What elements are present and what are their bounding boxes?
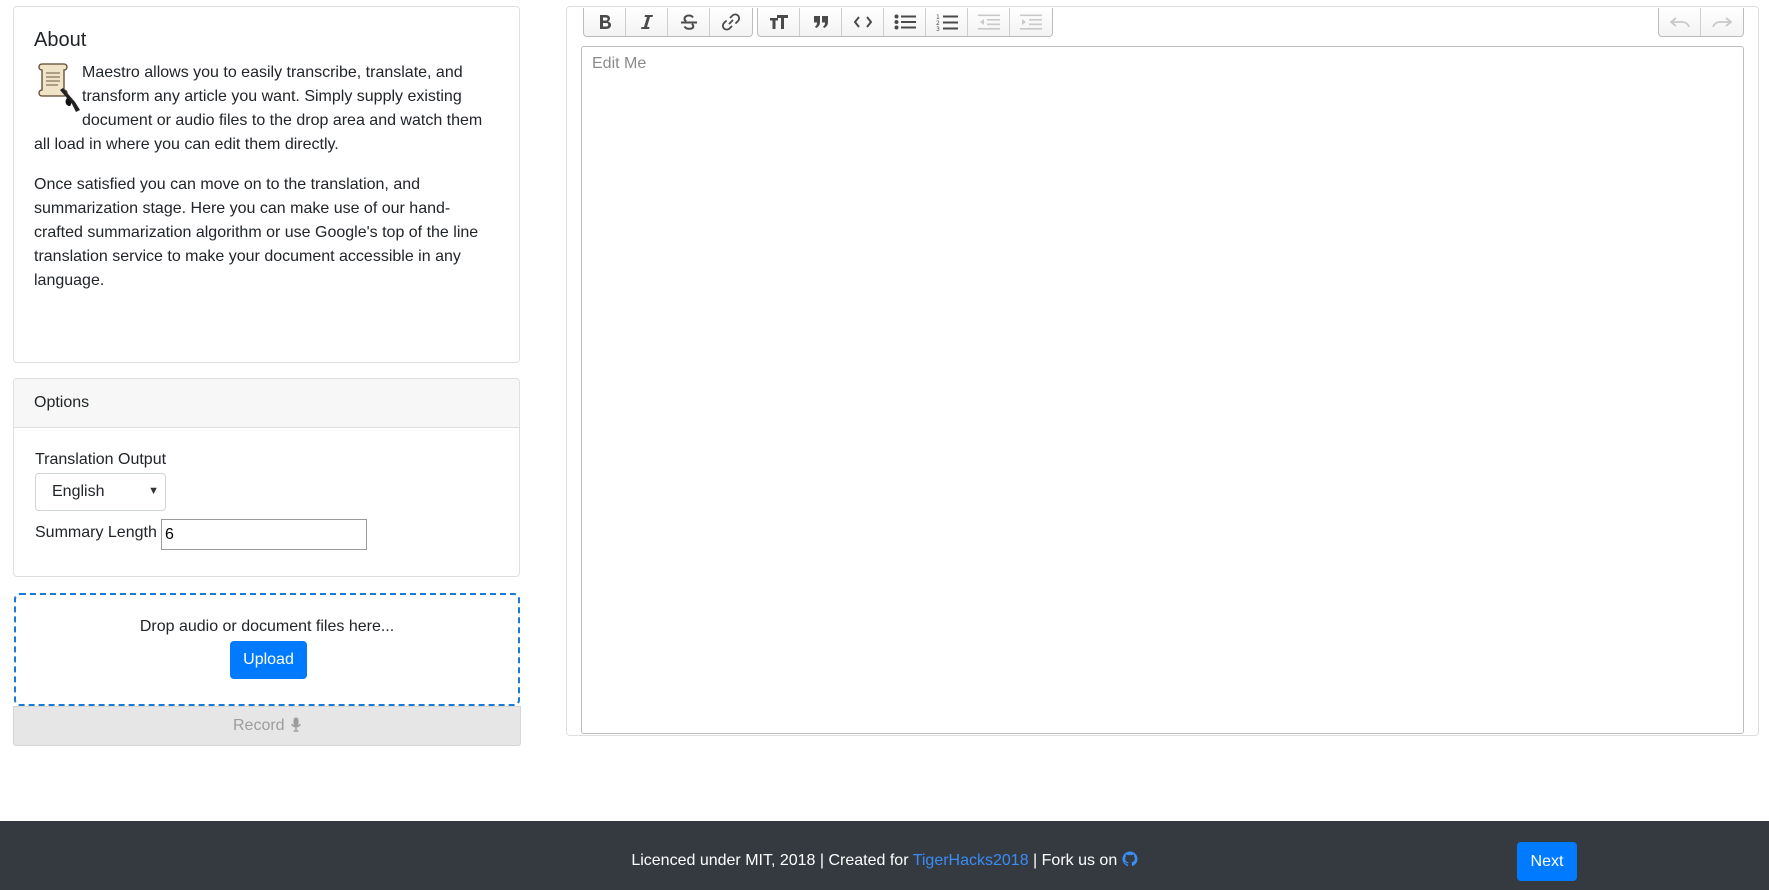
svg-text:3: 3 (936, 26, 940, 31)
about-paragraph-1-text: Maestro allows you to easily transcribe,… (34, 64, 483, 153)
code-icon[interactable] (842, 8, 884, 36)
translation-output-label: Translation Output (35, 451, 167, 468)
editor-panel: 123 Edit Me (566, 6, 1759, 736)
heading-icon[interactable] (758, 8, 800, 36)
footer-text: Licenced under MIT, 2018 | Created for T… (0, 851, 1769, 872)
translation-output-value: English (52, 483, 105, 500)
about-title: About (34, 29, 87, 51)
summary-length-label: Summary Length (35, 524, 157, 541)
options-header: Options (14, 379, 519, 428)
summary-length-input[interactable] (161, 519, 367, 550)
quote-icon[interactable] (800, 8, 842, 36)
options-card: Options Translation Output English ▼ Sum… (13, 378, 520, 577)
footer-licence-text: Licenced under MIT, 2018 | Created for (631, 852, 913, 869)
tigerhacks-link[interactable]: TigerHacks2018 (913, 852, 1029, 869)
editor-content-area[interactable]: Edit Me (581, 46, 1744, 734)
editor-placeholder: Edit Me (592, 55, 647, 72)
outdent-icon[interactable] (968, 8, 1010, 36)
about-card: About Maestro allows you to easily trans… (13, 6, 520, 363)
translation-output-select[interactable]: English ▼ (35, 473, 166, 511)
upload-button[interactable]: Upload (230, 641, 307, 679)
microphone-icon (291, 717, 301, 737)
numbered-list-icon[interactable]: 123 (926, 8, 968, 36)
bold-icon[interactable] (584, 8, 626, 36)
github-icon[interactable] (1122, 851, 1138, 872)
toolbar-text-tools (583, 8, 753, 37)
redo-icon[interactable] (1701, 8, 1743, 36)
drop-area-text: Drop audio or document files here... (139, 618, 395, 635)
undo-icon[interactable] (1659, 8, 1701, 36)
footer-fork-text: | Fork us on (1028, 852, 1122, 869)
record-button[interactable]: Record (13, 706, 521, 746)
scroll-quill-icon (34, 60, 82, 114)
footer: Licenced under MIT, 2018 | Created for T… (0, 821, 1769, 890)
about-paragraph-1: Maestro allows you to easily transcribe,… (34, 61, 499, 157)
link-icon[interactable] (710, 8, 752, 36)
chevron-down-icon: ▼ (148, 485, 159, 497)
italic-icon[interactable] (626, 8, 668, 36)
toolbar-block-tools: 123 (757, 8, 1053, 37)
file-drop-area[interactable]: Drop audio or document files here... Upl… (14, 593, 520, 706)
indent-icon[interactable] (1010, 8, 1052, 36)
about-paragraph-2: Once satisfied you can move on to the tr… (34, 176, 479, 289)
record-label: Record (232, 717, 285, 734)
strikethrough-icon[interactable] (668, 8, 710, 36)
toolbar-history-tools (1658, 8, 1744, 37)
next-button[interactable]: Next (1517, 842, 1577, 881)
bullet-list-icon[interactable] (884, 8, 926, 36)
